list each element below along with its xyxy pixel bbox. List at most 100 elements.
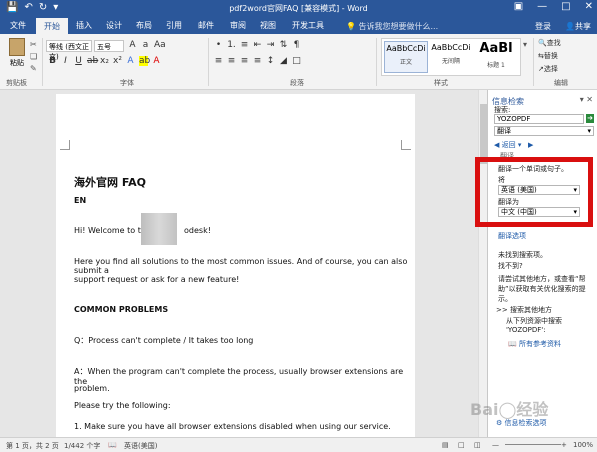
copy-icon[interactable]: ❏ [30,52,37,61]
decrease-indent-icon[interactable]: ⇤ [253,40,262,50]
maximize-icon[interactable]: □ [561,1,570,12]
superscript-icon[interactable]: x² [113,56,122,66]
style-normal[interactable]: AaBbCcDi 正文 [384,41,428,73]
italic-icon[interactable]: I [61,56,70,66]
shrink-font-icon[interactable]: a [141,40,150,50]
close-icon[interactable]: ✕ [585,1,593,12]
not-found-text: 找不到? [498,262,523,270]
zoom-slider[interactable] [505,444,561,445]
search-icon: 🔍 [538,39,547,47]
minimize-icon[interactable]: — [537,1,547,12]
multilevel-list-icon[interactable]: ≡ [240,40,249,50]
editing-group: 🔍查找 ⇆替换 ↗选择 [538,38,561,74]
tab-design[interactable]: 设计 [106,20,122,31]
close-icon[interactable]: ✕ [586,95,593,104]
text-effects-icon[interactable]: A [126,56,135,66]
web-layout-icon[interactable]: ◫ [474,441,481,449]
separator [376,38,377,86]
font-name-select[interactable]: 等线 (西文正文) [46,40,92,61]
bold-icon[interactable]: B [48,56,57,66]
doc-answer: A：When the program can't complete the pr… [74,367,404,386]
align-left-icon[interactable]: ≡ [214,56,223,66]
tab-review[interactable]: 审阅 [230,20,246,31]
show-marks-icon[interactable]: ¶ [292,40,301,50]
shading-icon[interactable]: ◢ [279,56,288,66]
font-format-tools: B I U ab x₂ x² A ab A [48,56,161,66]
no-results-text: 未找到搜索项。 [498,251,547,259]
increase-indent-icon[interactable]: ⇥ [266,40,275,50]
word-count[interactable]: 1/442 个字 [64,441,100,451]
doc-answer: problem. [74,384,110,393]
borders-icon[interactable]: □ [292,56,301,66]
find-label: 查找 [546,39,561,47]
cut-icon[interactable]: ✂ [30,40,37,49]
bullets-icon[interactable]: • [214,40,223,50]
format-painter-icon[interactable]: ✎ [30,64,37,73]
sort-icon[interactable]: ⇅ [279,40,288,50]
clipboard-tools: ✂ ❏ ✎ [30,40,37,73]
back-button[interactable]: ◀ 返回 ▾ ▶ [494,140,533,150]
doc-en-label: EN [74,196,87,205]
scrollbar-thumb[interactable] [480,104,487,164]
chevron-down-icon[interactable]: ▾ [580,95,584,104]
separator [533,38,534,86]
tab-references[interactable]: 引用 [166,20,182,31]
grow-font-icon[interactable]: A [128,40,137,50]
tab-layout[interactable]: 布局 [136,20,152,31]
crop-mark [401,140,411,150]
replace-button[interactable]: ⇆替换 [538,51,561,61]
align-right-icon[interactable]: ≡ [240,56,249,66]
read-mode-icon[interactable]: ▤ [442,441,449,449]
search-input[interactable]: YOZOPDF [494,114,584,124]
proofing-icon[interactable]: 📖 [108,441,117,449]
numbering-icon[interactable]: 1. [227,40,236,50]
translation-options-link[interactable]: 翻译选项 [498,231,526,241]
search-go-icon[interactable]: ➜ [586,114,594,123]
service-select[interactable]: 翻译 ▾ [494,126,594,136]
tell-me-search[interactable]: 💡 告诉我您想要做什么... [346,21,438,32]
change-case-icon[interactable]: Aa [154,40,166,50]
print-layout-icon[interactable]: □ [458,441,465,449]
doc-question: Q：Process can't complete / It takes too … [74,336,254,345]
tab-insert[interactable]: 插入 [76,20,92,31]
document-page[interactable]: 海外官网 FAQ EN Hi! Welcome to the odesk! He… [56,94,415,437]
tab-developer[interactable]: 开发工具 [292,20,324,31]
font-color-icon[interactable]: A [152,56,161,66]
forward-icon[interactable]: ▶ [528,141,533,149]
font-group-label: 字体 [120,79,134,87]
tab-mailings[interactable]: 邮件 [198,20,214,31]
style-heading-1[interactable]: AaBl 标题 1 [474,41,518,73]
font-size-select[interactable]: 五号 [94,40,124,52]
tab-file[interactable]: 文件 [10,20,26,31]
share-button[interactable]: 👤共享 [565,21,591,32]
service-value: 翻译 [497,127,511,135]
tab-view[interactable]: 视图 [260,20,276,31]
zoom-level[interactable]: 100% [573,441,593,449]
vertical-scrollbar[interactable] [478,90,487,437]
highlight-icon[interactable]: ab [139,56,150,66]
subscript-icon[interactable]: x₂ [100,56,109,66]
styles-group-label: 样式 [434,79,448,87]
ribbon-display-icon[interactable]: ▣ [514,1,523,12]
style-no-spacing[interactable]: AaBbCcDi 无间隔 [429,41,473,73]
align-center-icon[interactable]: ≡ [227,56,236,66]
tell-me-text: 告诉我您想要做什么... [358,22,439,31]
zoom-in-icon[interactable]: + [561,441,567,449]
underline-icon[interactable]: U [74,56,83,66]
line-spacing-icon[interactable]: ↕ [266,56,275,66]
justify-icon[interactable]: ≡ [253,56,262,66]
zoom-out-icon[interactable]: — [492,441,499,449]
styles-more-icon[interactable]: ▾ [523,40,527,49]
sign-in-link[interactable]: 登录 [535,21,551,32]
style-name: 正文 [399,59,412,66]
language-indicator[interactable]: 英语(美国) [124,441,157,451]
find-button[interactable]: 🔍查找 [538,38,561,48]
all-references-link[interactable]: 📖 所有参考资料 [508,339,561,349]
doc-heading: COMMON PROBLEMS [74,305,169,314]
paste-button[interactable]: 粘贴 [6,38,28,68]
tab-home[interactable]: 开始 [36,18,68,34]
page-count[interactable]: 第 1 页，共 2 页 [6,441,59,451]
doc-paragraph: support request or ask for a new feature… [74,275,240,284]
select-button[interactable]: ↗选择 [538,64,561,74]
strikethrough-icon[interactable]: ab [87,56,98,66]
